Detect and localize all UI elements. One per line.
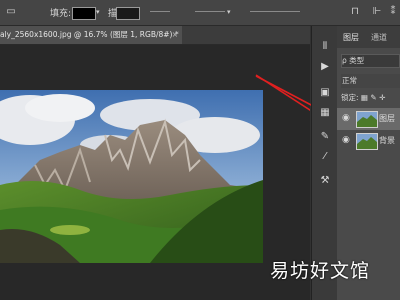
align-icon[interactable]: ⊩ xyxy=(370,5,384,19)
tool-presets-icon[interactable]: ⚒ xyxy=(318,174,332,188)
fill-dropdown-icon[interactable]: ▾ xyxy=(96,8,100,16)
lock-pixels-icon[interactable]: ▦ xyxy=(361,93,368,102)
properties-icon[interactable]: ▣ xyxy=(318,86,332,100)
brush-presets-icon[interactable]: ⁄ xyxy=(318,150,332,164)
watermark-text: 易坊好文馆 xyxy=(269,260,370,282)
blend-mode-dropdown[interactable]: 正常 xyxy=(341,74,400,88)
width-field[interactable] xyxy=(250,11,300,12)
stroke-color-swatch[interactable] xyxy=(116,7,140,20)
layer-name: 背景 xyxy=(379,136,395,145)
blend-mode-label: 正常 xyxy=(342,76,357,85)
layer-thumbnail xyxy=(356,111,378,128)
adjustments-icon[interactable]: ▦ xyxy=(318,106,332,120)
document-tab-title: aly_2560x1600.jpg @ 16.7% (图层 1, RGB/8#)… xyxy=(0,30,179,39)
tab-channels[interactable]: 通道 xyxy=(371,32,387,43)
stroke-type-chevron-icon[interactable]: ▾ xyxy=(227,8,231,16)
lock-label: 锁定: xyxy=(341,93,359,102)
layer-filter-label: ρ 类型 xyxy=(342,56,365,65)
path-operations-icon[interactable]: ⊓ xyxy=(348,5,362,19)
layer-row[interactable]: ◉ 图层 xyxy=(337,108,400,130)
stroke-type-dropdown[interactable] xyxy=(195,11,225,12)
lock-row: 锁定: ▦ ✎ ✛ xyxy=(341,92,400,104)
fill-color-swatch[interactable] xyxy=(72,7,96,20)
history-icon[interactable]: ⫴ xyxy=(318,40,332,54)
document-tab-bar: aly_2560x1600.jpg @ 16.7% (图层 1, RGB/8#)… xyxy=(0,26,310,45)
fill-label: 填充: xyxy=(50,9,72,19)
visibility-eye-icon[interactable]: ◉ xyxy=(342,135,350,145)
tab-layers[interactable]: 图层 xyxy=(343,32,359,43)
layer-thumbnail xyxy=(356,133,378,150)
document-tab[interactable]: aly_2560x1600.jpg @ 16.7% (图层 1, RGB/8#)… xyxy=(0,26,182,44)
lock-move-icon[interactable]: ✛ xyxy=(379,93,385,102)
close-icon[interactable]: × xyxy=(172,26,178,44)
lock-paint-icon[interactable]: ✎ xyxy=(370,93,376,102)
play-action-icon[interactable]: ▶ xyxy=(318,60,332,74)
layer-row[interactable]: ◉ 背景 xyxy=(337,130,400,152)
options-bar: ▭ 填充: ▾ 描边: ▾ ⊓ ⊩ ⁑ xyxy=(0,0,400,26)
layer-name: 图层 xyxy=(379,114,395,123)
tool-preset-icon[interactable]: ▭ xyxy=(4,5,18,19)
layer-filter-dropdown[interactable]: ρ 类型 xyxy=(341,54,400,68)
arrange-icon[interactable]: ⁑ xyxy=(386,5,400,19)
visibility-eye-icon[interactable]: ◉ xyxy=(342,113,350,123)
stroke-width-field[interactable] xyxy=(150,11,170,12)
panel-tabs: 图层 通道 xyxy=(337,26,400,48)
brush-settings-icon[interactable]: ✎ xyxy=(318,130,332,144)
